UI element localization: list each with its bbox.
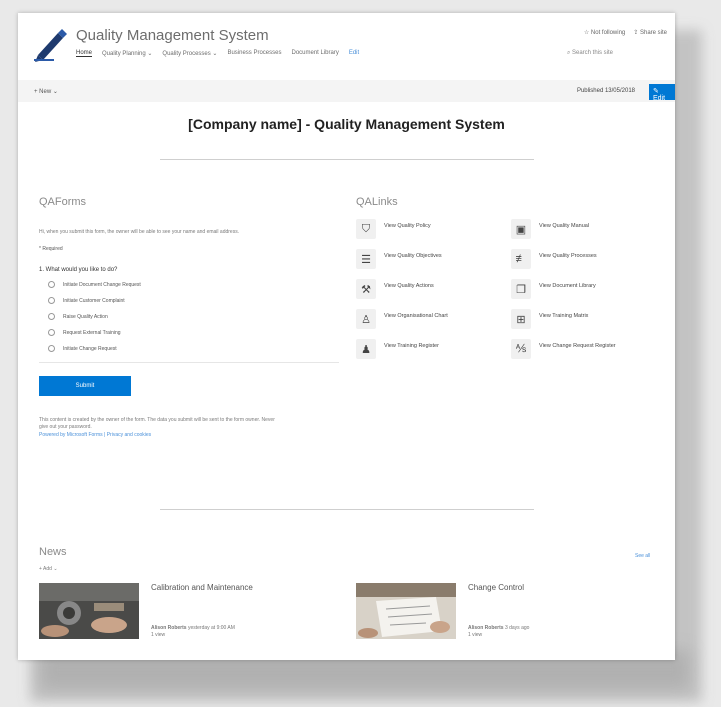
form-option[interactable]: Raise Quality Action — [48, 313, 108, 320]
quick-link[interactable]: ⅍ View Change Request Register — [511, 339, 616, 359]
divider — [160, 509, 534, 510]
new-button[interactable]: + New ⌄ — [34, 88, 58, 95]
form-option[interactable]: Initiate Document Change Request — [48, 281, 141, 288]
nav-quality-processes[interactable]: Quality Processes ⌄ — [162, 50, 217, 57]
form-option[interactable]: Request External Training — [48, 329, 121, 336]
quick-link-label: View Change Request Register — [539, 343, 616, 349]
quick-link[interactable]: ⚒ View Quality Actions — [356, 279, 434, 299]
nav-document-library[interactable]: Document Library — [291, 50, 338, 57]
nav-quality-planning[interactable]: Quality Planning ⌄ — [102, 50, 152, 57]
quick-link[interactable]: ⊞ View Training Matrix — [511, 309, 588, 329]
quick-link-label: View Quality Actions — [384, 283, 434, 289]
quick-link-label: View Quality Processes — [539, 253, 597, 259]
page-title: [Company name] - Quality Management Syst… — [188, 116, 505, 132]
see-all-link[interactable]: See all — [635, 553, 650, 559]
follow-button[interactable]: ☆ Not following — [584, 29, 625, 36]
option-label: Raise Quality Action — [63, 313, 108, 320]
radio-button[interactable] — [48, 281, 55, 288]
wrench-icon: ⚒ — [356, 279, 376, 299]
documents-icon: ❐ — [511, 279, 531, 299]
radio-button[interactable] — [48, 313, 55, 320]
news-item-meta: Alison Roberts 3 days ago — [468, 625, 529, 631]
radio-button[interactable] — [48, 345, 55, 352]
news-image[interactable] — [39, 583, 139, 639]
quick-link[interactable]: ≢ View Quality Processes — [511, 249, 597, 269]
forms-intro: Hi, when you submit this form, the owner… — [39, 229, 240, 235]
divider — [160, 159, 534, 160]
list-icon: ☰ — [356, 249, 376, 269]
news-item-title[interactable]: Calibration and Maintenance — [151, 583, 253, 592]
matrix-icon: ⊞ — [511, 309, 531, 329]
radio-button[interactable] — [48, 297, 55, 304]
sharepoint-page: Quality Management System Home Quality P… — [18, 13, 675, 660]
submit-button[interactable]: Submit — [39, 376, 131, 396]
nav-business-processes[interactable]: Business Processes — [227, 50, 281, 57]
people-icon: ♟ — [356, 339, 376, 359]
radio-button[interactable] — [48, 329, 55, 336]
quick-link-label: View Quality Manual — [539, 223, 590, 229]
news-date: 3 days ago — [504, 625, 530, 631]
news-image[interactable] — [356, 583, 456, 639]
news-views: 1 view — [468, 632, 483, 638]
sliders-icon: ≢ — [511, 249, 531, 269]
quick-link[interactable]: ▣ View Quality Manual — [511, 219, 589, 239]
quick-link-label: View Document Library — [539, 283, 596, 289]
news-item-meta: Alison Roberts yesterday at 9:00 AM — [151, 625, 235, 631]
form-question: 1. What would you like to do? — [39, 267, 118, 273]
search-input[interactable]: ⌕ Search this site — [567, 50, 613, 57]
quick-link[interactable]: ♙ View Organisational Chart — [356, 309, 448, 329]
site-header: Quality Management System Home Quality P… — [18, 13, 675, 71]
quick-link-label: View Quality Policy — [384, 223, 431, 229]
option-label: Request External Training — [63, 329, 121, 336]
site-title[interactable]: Quality Management System — [76, 27, 269, 44]
option-label: Initiate Document Change Request — [63, 281, 141, 288]
book-icon: ▣ — [511, 219, 531, 239]
add-news-button[interactable]: + Add ⌄ — [39, 566, 58, 572]
published-status: Published 13/05/2018 — [576, 88, 635, 94]
privacy-link[interactable]: Powered by Microsoft Forms | Privacy and… — [39, 432, 151, 438]
forms-title: QAForms — [39, 196, 87, 208]
quick-link-label: View Organisational Chart — [384, 313, 448, 319]
top-actions: ☆ Not following ⇪ Share site — [584, 29, 667, 36]
nav-edit-link[interactable]: Edit — [349, 50, 359, 57]
form-option[interactable]: Initiate Change Request — [48, 345, 117, 352]
news-date: yesterday at 9:00 AM — [187, 625, 235, 631]
option-label: Initiate Customer Complaint — [63, 297, 125, 304]
links-title: QALinks — [356, 196, 398, 208]
quick-link-label: View Training Register — [384, 343, 439, 349]
share-site-button[interactable]: ⇪ Share site — [633, 29, 667, 36]
form-divider — [39, 362, 339, 363]
command-bar: + New ⌄ Published 13/05/2018 ✎ Edit — [18, 80, 675, 102]
news-author: Alison Roberts — [151, 625, 187, 631]
news-views: 1 view — [151, 632, 166, 638]
form-footer-text: give out your password. — [39, 424, 92, 430]
news-item-title[interactable]: Change Control — [468, 583, 524, 592]
quick-link[interactable]: ♟ View Training Register — [356, 339, 439, 359]
shield-icon: ⛉ — [356, 219, 376, 239]
required-note: * Required — [39, 246, 63, 252]
register-icon: ⅍ — [511, 339, 531, 359]
form-option[interactable]: Initiate Customer Complaint — [48, 297, 125, 304]
nav-home[interactable]: Home — [76, 50, 93, 57]
quick-link-label: View Quality Objectives — [384, 253, 442, 259]
form-footer-text: This content is created by the owner of … — [39, 417, 275, 423]
org-chart-icon: ♙ — [356, 309, 376, 329]
quick-link-label: View Training Matrix — [539, 313, 589, 319]
news-title: News — [39, 546, 67, 558]
option-label: Initiate Change Request — [63, 345, 117, 352]
quick-link[interactable]: ⛉ View Quality Policy — [356, 219, 431, 239]
quick-link[interactable]: ❐ View Document Library — [511, 279, 596, 299]
news-author: Alison Roberts — [468, 625, 504, 631]
edit-page-button[interactable]: ✎ Edit — [649, 84, 675, 102]
pen-logo-icon[interactable] — [32, 25, 70, 63]
quick-link[interactable]: ☰ View Quality Objectives — [356, 249, 442, 269]
site-navigation: Home Quality Planning ⌄ Quality Processe… — [76, 50, 359, 57]
